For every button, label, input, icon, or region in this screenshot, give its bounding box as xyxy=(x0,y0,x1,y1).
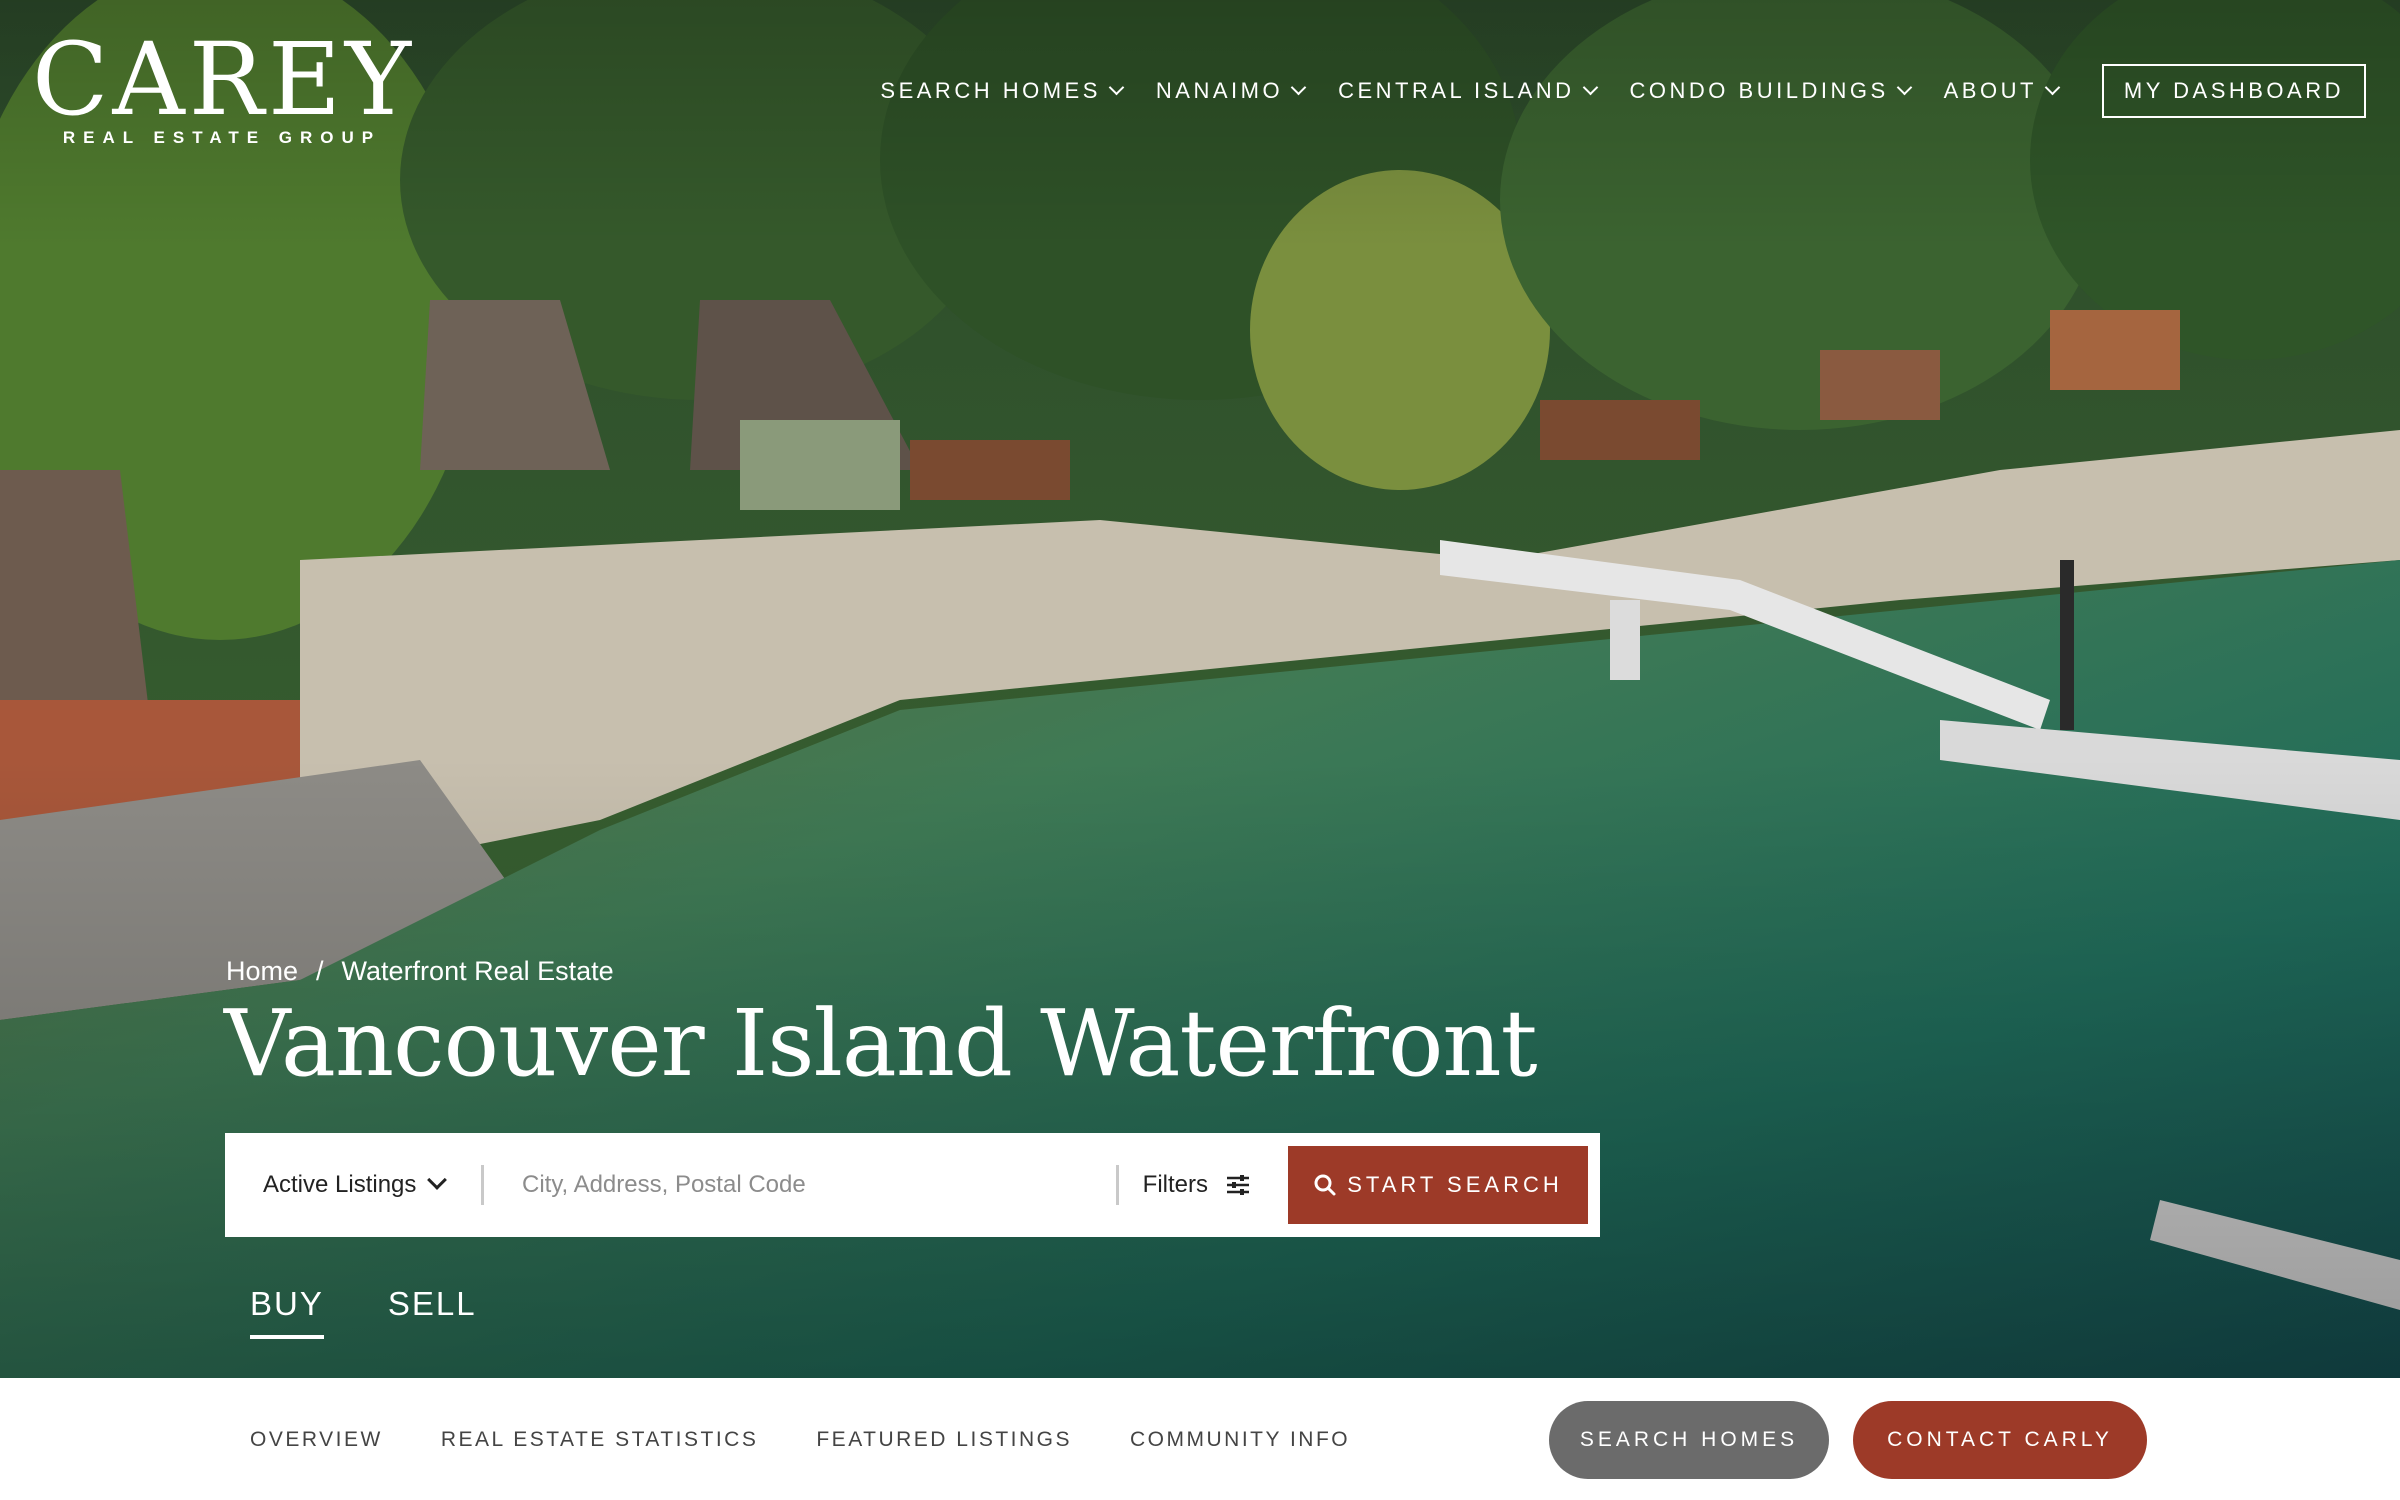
sliders-icon xyxy=(1227,1175,1249,1195)
breadcrumb-home-link[interactable]: Home xyxy=(226,956,298,987)
breadcrumb-current: Waterfront Real Estate xyxy=(341,956,614,986)
tab-sell[interactable]: SELL xyxy=(388,1285,477,1339)
subnav-real-estate-statistics[interactable]: REAL ESTATE STATISTICS xyxy=(441,1428,759,1452)
start-search-label: START SEARCH xyxy=(1347,1172,1563,1197)
breadcrumb: Home / Waterfront Real Estate xyxy=(226,956,614,987)
nav-item-search-homes[interactable]: SEARCH HOMES xyxy=(880,78,1125,104)
chevron-down-icon xyxy=(1896,79,1912,95)
nav-item-label: CONDO BUILDINGS xyxy=(1629,78,1889,103)
filters-label: Filters xyxy=(1142,1171,1208,1198)
chevron-down-icon xyxy=(1290,79,1307,95)
start-search-button[interactable]: START SEARCH xyxy=(1288,1146,1588,1224)
filters-button[interactable]: Filters xyxy=(1119,1171,1288,1199)
section-subnav: OVERVIEW REAL ESTATE STATISTICS FEATURED… xyxy=(250,1428,1408,1452)
nav-item-label: ABOUT xyxy=(1943,78,2037,103)
buy-sell-tabs: BUY SELL xyxy=(250,1285,541,1339)
page-subnav-bar: OVERVIEW REAL ESTATE STATISTICS FEATURED… xyxy=(0,1378,2400,1500)
listing-status-label: Active Listings xyxy=(263,1171,417,1198)
subnav-featured-listings[interactable]: FEATURED LISTINGS xyxy=(816,1428,1072,1452)
tab-buy[interactable]: BUY xyxy=(250,1285,324,1339)
page-title: Vancouver Island Waterfront xyxy=(224,990,1538,1097)
my-dashboard-button[interactable]: MY DASHBOARD xyxy=(2101,64,2366,118)
breadcrumb-separator: / xyxy=(316,956,324,986)
location-search-input[interactable] xyxy=(484,1154,1116,1216)
chevron-down-icon xyxy=(2044,79,2061,95)
listing-status-dropdown[interactable]: Active Listings xyxy=(225,1170,481,1199)
nav-item-about[interactable]: ABOUT xyxy=(1943,78,2061,104)
search-bar: Active Listings Filters START SEARCH xyxy=(225,1133,1600,1237)
carey-logo[interactable]: CAREY REAL ESTATE GROUP xyxy=(32,30,412,148)
search-homes-button[interactable]: SEARCH HOMES xyxy=(1549,1401,1829,1479)
nav-item-label: NANAIMO xyxy=(1155,78,1284,103)
main-navigation: SEARCH HOMES NANAIMO CENTRAL ISLAND COND… xyxy=(846,64,2366,118)
chevron-down-icon xyxy=(427,1170,448,1190)
search-icon xyxy=(1314,1174,1336,1196)
contact-carly-button[interactable]: CONTACT CARLY xyxy=(1853,1401,2147,1479)
nav-item-condo-buildings[interactable]: CONDO BUILDINGS xyxy=(1629,78,1912,104)
nav-item-central-island[interactable]: CENTRAL ISLAND xyxy=(1338,78,1598,104)
nav-item-nanaimo[interactable]: NANAIMO xyxy=(1155,78,1307,104)
logo-wordmark: CAREY xyxy=(32,21,416,138)
chevron-down-icon xyxy=(1108,79,1125,95)
nav-item-label: CENTRAL ISLAND xyxy=(1338,78,1575,103)
nav-item-label: SEARCH HOMES xyxy=(880,78,1101,103)
logo-tagline: REAL ESTATE GROUP xyxy=(62,128,382,147)
subnav-overview[interactable]: OVERVIEW xyxy=(250,1428,383,1452)
chevron-down-icon xyxy=(1582,79,1598,95)
subnav-community-info[interactable]: COMMUNITY INFO xyxy=(1130,1428,1350,1452)
